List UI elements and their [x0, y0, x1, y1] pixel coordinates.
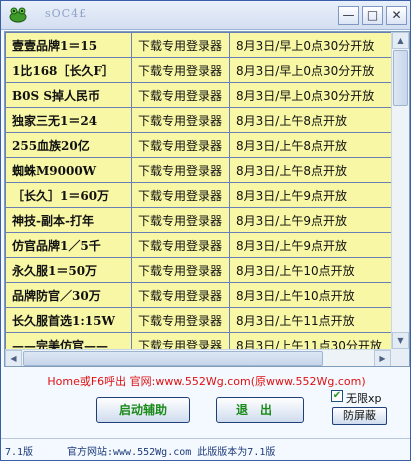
server-row[interactable]: 壹壹品牌1＝15 下载专用登录器 8月3日/早上0点30分开放 [5, 32, 392, 58]
open-time-cell[interactable]: 8月3日/上午8点开放 [229, 107, 392, 133]
login-type-cell[interactable]: 下载专用登录器 [131, 182, 230, 208]
maximize-button[interactable]: □ [362, 6, 383, 25]
unlimited-xp-label: 无限xp [346, 392, 382, 405]
login-type-cell[interactable]: 下载专用登录器 [131, 157, 230, 183]
server-row[interactable]: 品牌防官／30万 下载专用登录器 8月3日/上午10点开放 [5, 282, 392, 308]
scroll-right-arrow-icon[interactable]: ▶ [374, 350, 391, 366]
open-time-cell[interactable]: 8月3日/早上0点30分开放 [229, 82, 392, 108]
server-row[interactable]: 永久服1＝50万 下载专用登录器 8月3日/上午10点开放 [5, 257, 392, 283]
server-name-cell[interactable]: 神技-副本-打年 [5, 207, 132, 233]
window-title: sOC4£ [45, 7, 88, 20]
open-time-cell[interactable]: 8月3日/上午10点开放 [229, 257, 392, 283]
frog-app-icon [9, 7, 27, 23]
scrollbar-corner [391, 349, 409, 366]
login-type-cell[interactable]: 下载专用登录器 [131, 207, 230, 233]
anti-block-button[interactable]: 防屏蔽 [332, 407, 387, 425]
login-type-cell[interactable]: 下载专用登录器 [131, 82, 230, 108]
server-name-cell[interactable]: B0S S掉人民币 [5, 82, 132, 108]
server-row[interactable]: 1比168［长久F］ 下载专用登录器 8月3日/早上0点30分开放 [5, 57, 392, 83]
login-type-cell[interactable]: 下载专用登录器 [131, 232, 230, 258]
open-time-cell[interactable]: 8月3日/上午8点开放 [229, 132, 392, 158]
login-type-cell[interactable]: 下载专用登录器 [131, 57, 230, 83]
status-website: 官方网站:www.552Wg.com 此版版本为7.1版 [67, 447, 276, 458]
vertical-scrollbar[interactable]: ▲ ▼ [391, 32, 409, 366]
server-name-cell[interactable]: 1比168［长久F］ [5, 57, 132, 83]
open-time-cell[interactable]: 8月3日/早上0点30分开放 [229, 57, 392, 83]
server-row[interactable]: 蜘蛛M9000W 下载专用登录器 8月3日/上午8点开放 [5, 157, 392, 183]
login-type-cell[interactable]: 下载专用登录器 [131, 307, 230, 333]
vertical-scroll-thumb[interactable] [393, 50, 408, 106]
exit-button[interactable]: 退出 [216, 397, 304, 423]
server-name-cell[interactable]: 壹壹品牌1＝15 [5, 32, 132, 58]
title-bar[interactable]: sOC4£ — □ ✕ [1, 1, 410, 30]
server-name-cell[interactable]: ［长久］1＝60万 [5, 182, 132, 208]
server-name-cell[interactable]: 品牌防官／30万 [5, 282, 132, 308]
open-time-cell[interactable]: 8月3日/上午9点开放 [229, 182, 392, 208]
server-name-cell[interactable]: 255血族20亿 [5, 132, 132, 158]
open-time-cell[interactable]: 8月3日/上午8点开放 [229, 157, 392, 183]
open-time-cell[interactable]: 8月3日/上午9点开放 [229, 232, 392, 258]
server-row[interactable]: 神技-副本-打年 下载专用登录器 8月3日/上午9点开放 [5, 207, 392, 233]
server-name-cell[interactable]: 蜘蛛M9000W [5, 157, 132, 183]
login-type-cell[interactable]: 下载专用登录器 [131, 32, 230, 58]
unlimited-xp-checkbox[interactable]: ✔ [331, 390, 343, 402]
close-button[interactable]: ✕ [386, 6, 407, 25]
scroll-up-arrow-icon[interactable]: ▲ [392, 32, 409, 49]
open-time-cell[interactable]: 8月3日/上午9点开放 [229, 207, 392, 233]
server-list-panel: 壹壹品牌1＝15 下载专用登录器 8月3日/早上0点30分开放 1比168［长久F］ 下… [4, 31, 410, 367]
scroll-left-arrow-icon[interactable]: ◀ [5, 350, 22, 366]
server-row[interactable]: B0S S掉人民币 下载专用登录器 8月3日/早上0点30分开放 [5, 82, 392, 108]
main-window: sOC4£ — □ ✕ 壹壹品牌1＝15 下载专用登录器 8月3日/早上0点30分开… [0, 0, 411, 461]
open-time-cell[interactable]: 8月3日/早上0点30分开放 [229, 32, 392, 58]
horizontal-scrollbar[interactable]: ◀ ▶ [5, 349, 391, 366]
open-time-cell[interactable]: 8月3日/上午11点开放 [229, 307, 392, 333]
server-name-cell[interactable]: 独家三无1＝24 [5, 107, 132, 133]
login-type-cell[interactable]: 下载专用登录器 [131, 132, 230, 158]
login-type-cell[interactable]: 下载专用登录器 [131, 107, 230, 133]
status-version: 7.1版 [5, 447, 34, 458]
server-row[interactable]: 255血族20亿 下载专用登录器 8月3日/上午8点开放 [5, 132, 392, 158]
start-assist-button[interactable]: 启动辅助 [96, 397, 190, 423]
status-bar: 7.1版 官方网站:www.552Wg.com 此版版本为7.1版 [1, 438, 410, 461]
server-row[interactable]: 长久服首选1:15W 下载专用登录器 8月3日/上午11点开放 [5, 307, 392, 333]
server-row[interactable]: ［长久］1＝60万 下载专用登录器 8月3日/上午9点开放 [5, 182, 392, 208]
open-time-cell[interactable]: 8月3日/上午10点开放 [229, 282, 392, 308]
hotkey-notice: Home或F6呼出 官网:www.552Wg.com(原www.552Wg.co… [47, 375, 366, 388]
server-name-cell[interactable]: 永久服1＝50万 [5, 257, 132, 283]
server-row[interactable]: 仿官品牌1／5千 下载专用登录器 8月3日/上午9点开放 [5, 232, 392, 258]
server-name-cell[interactable]: 仿官品牌1／5千 [5, 232, 132, 258]
server-row[interactable]: 独家三无1＝24 下载专用登录器 8月3日/上午8点开放 [5, 107, 392, 133]
server-name-cell[interactable]: 长久服首选1:15W [5, 307, 132, 333]
horizontal-scroll-thumb[interactable] [23, 351, 323, 366]
minimize-button[interactable]: — [338, 6, 359, 25]
login-type-cell[interactable]: 下载专用登录器 [131, 257, 230, 283]
scroll-down-arrow-icon[interactable]: ▼ [392, 332, 409, 349]
server-list-table: 壹壹品牌1＝15 下载专用登录器 8月3日/早上0点30分开放 1比168［长久F］ 下… [5, 32, 392, 358]
login-type-cell[interactable]: 下载专用登录器 [131, 282, 230, 308]
